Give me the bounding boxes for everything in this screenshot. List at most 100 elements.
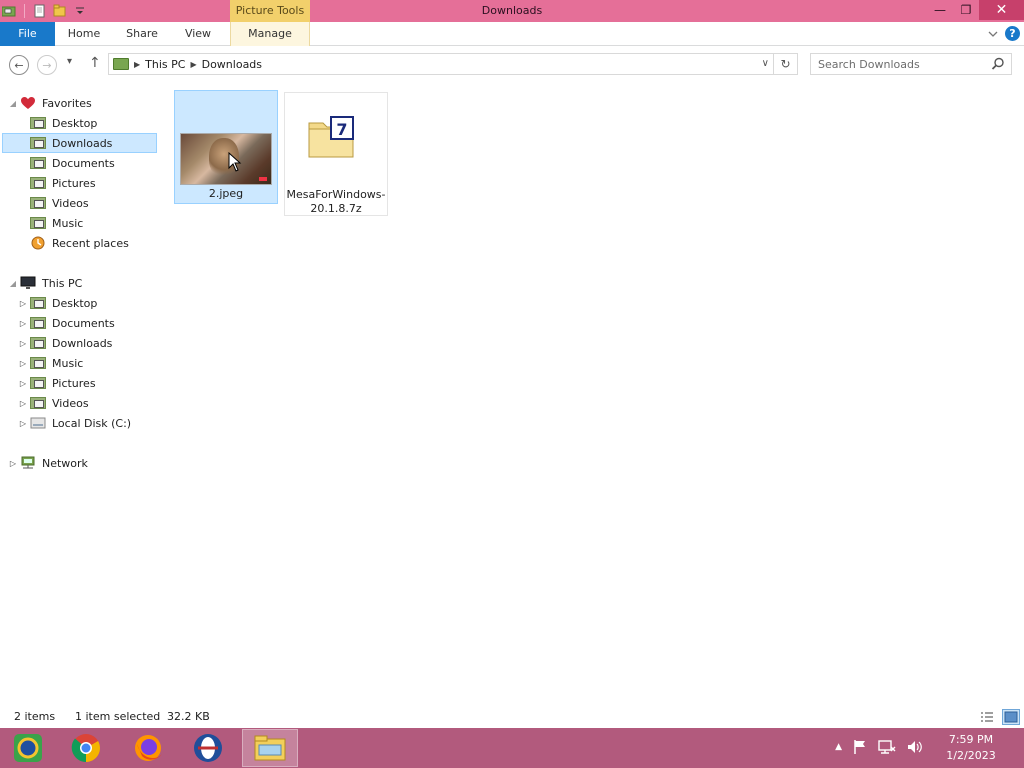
breadcrumb-downloads[interactable]: Downloads [202, 58, 262, 71]
address-bar[interactable]: ▶ This PC ▶ Downloads ∨ ↻ [108, 53, 798, 75]
tab-manage[interactable]: Manage [230, 22, 310, 46]
picture-tools-tab-group: Picture Tools [230, 0, 310, 22]
help-icon[interactable]: ? [1005, 26, 1020, 41]
recent-places-icon [31, 236, 45, 250]
explorer-icon[interactable] [2, 4, 16, 18]
back-button[interactable]: ← [9, 55, 29, 75]
quick-access-toolbar [0, 0, 87, 22]
this-pc-item-local-disk[interactable]: ▷ Local Disk (C:) [18, 413, 131, 433]
new-folder-icon[interactable] [53, 4, 67, 18]
address-dropdown-icon[interactable]: ∨ [762, 54, 769, 74]
this-pc-item-videos[interactable]: ▷ Videos [18, 393, 89, 413]
expand-icon[interactable]: ▷ [18, 299, 28, 308]
tree-favorites[interactable]: ◢ Favorites [8, 93, 92, 113]
taskbar-file-explorer[interactable] [242, 729, 298, 767]
tree-label: Desktop [52, 296, 98, 310]
search-box [810, 53, 1012, 75]
7z-archive-icon: 7 [308, 116, 354, 158]
large-icons-view-icon [1004, 711, 1018, 723]
status-selection: 1 item selected [75, 710, 161, 723]
collapse-icon[interactable]: ◢ [8, 279, 18, 288]
details-view-button[interactable] [978, 709, 996, 725]
search-input[interactable] [811, 54, 981, 74]
title-bar: Picture Tools Downloads — ❐ ✕ [0, 0, 1024, 22]
tree-label: Pictures [52, 176, 96, 190]
tab-home[interactable]: Home [58, 22, 110, 46]
favorites-item-downloads[interactable]: Downloads [2, 133, 157, 153]
tree-label: Music [52, 356, 84, 370]
breadcrumb-this-pc[interactable]: This PC [145, 58, 185, 71]
this-pc-item-pictures[interactable]: ▷ Pictures [18, 373, 96, 393]
taskbar-firefox[interactable] [120, 729, 176, 767]
file-item-2-jpeg[interactable]: 2.jpeg [174, 90, 278, 204]
refresh-button[interactable]: ↻ [773, 54, 797, 74]
tab-view[interactable]: View [174, 22, 222, 46]
this-pc-item-downloads[interactable]: ▷ Downloads [18, 333, 113, 353]
details-view-icon [981, 712, 993, 722]
tab-share[interactable]: Share [116, 22, 168, 46]
search-icon[interactable] [991, 57, 1005, 71]
action-center-flag-icon[interactable] [852, 739, 868, 755]
show-hidden-icons-icon[interactable]: ▲ [835, 742, 842, 752]
taskbar-opera[interactable] [180, 729, 236, 767]
ribbon-expand-icon[interactable] [987, 28, 999, 40]
collapse-icon[interactable]: ◢ [8, 99, 18, 108]
firefox-icon [135, 735, 162, 761]
favorites-item-documents[interactable]: Documents [30, 153, 115, 173]
desktop-icon [30, 297, 46, 309]
maximize-button[interactable]: ❐ [953, 0, 979, 20]
this-pc-item-desktop[interactable]: ▷ Desktop [18, 293, 97, 313]
expand-icon[interactable]: ▷ [18, 419, 28, 428]
status-item-count: 2 items [14, 710, 56, 723]
chrome-icon [71, 734, 100, 762]
network-status-icon[interactable] [878, 739, 896, 755]
qat-dropdown-icon[interactable] [73, 4, 87, 18]
minimize-button[interactable]: — [927, 0, 953, 20]
network-icon [21, 456, 35, 469]
app-icon [14, 734, 42, 762]
documents-icon [30, 157, 46, 169]
svg-text:7: 7 [336, 120, 347, 139]
tree-this-pc[interactable]: ◢ This PC [8, 273, 82, 293]
qat-separator [24, 4, 25, 18]
expand-icon[interactable]: ▷ [18, 319, 28, 328]
taskbar-clock[interactable]: 7:59 PM 1/2/2023 [936, 732, 1006, 764]
close-button[interactable]: ✕ [979, 0, 1024, 20]
taskbar-chrome[interactable] [58, 729, 114, 767]
tab-file[interactable]: File [0, 22, 55, 46]
breadcrumb-arrow-icon[interactable]: ▶ [134, 60, 140, 69]
taskbar: ▲ 7:59 PM 1/2/2023 [0, 728, 1024, 768]
expand-icon[interactable]: ▷ [18, 399, 28, 408]
favorites-item-recent-places[interactable]: Recent places [30, 233, 129, 253]
tree-network[interactable]: ▷ Network [8, 453, 88, 473]
videos-icon [30, 197, 46, 209]
this-pc-item-music[interactable]: ▷ Music [18, 353, 83, 373]
ribbon-right-controls: ? [987, 26, 1020, 41]
up-button[interactable]: ↑ [89, 55, 101, 71]
file-item-mesa-7z[interactable]: 7 MesaForWindows-20.1.8.7z [284, 92, 388, 216]
desktop-icon [30, 117, 46, 129]
favorites-heart-icon [21, 97, 35, 109]
favorites-item-videos[interactable]: Videos [30, 193, 89, 213]
videos-icon [30, 397, 46, 409]
tree-label: Videos [52, 396, 89, 410]
properties-icon[interactable] [33, 4, 47, 18]
expand-icon[interactable]: ▷ [18, 339, 28, 348]
large-icons-view-button[interactable] [1002, 709, 1020, 725]
tree-label: Documents [52, 156, 115, 170]
favorites-item-music[interactable]: Music [30, 213, 83, 233]
tree-label: Documents [52, 316, 115, 330]
expand-icon[interactable]: ▷ [8, 459, 18, 468]
favorites-item-desktop[interactable]: Desktop [30, 113, 97, 133]
tree-label: Recent places [52, 236, 129, 250]
expand-icon[interactable]: ▷ [18, 379, 28, 388]
this-pc-item-documents[interactable]: ▷ Documents [18, 313, 115, 333]
taskbar-app-1[interactable] [0, 729, 56, 767]
favorites-item-pictures[interactable]: Pictures [30, 173, 96, 193]
tree-label: Desktop [52, 116, 98, 130]
recent-locations-button[interactable]: ▾ [67, 56, 72, 67]
breadcrumb-arrow-icon[interactable]: ▶ [190, 60, 196, 69]
volume-icon[interactable] [906, 739, 924, 755]
forward-button[interactable]: → [37, 55, 57, 75]
expand-icon[interactable]: ▷ [18, 359, 28, 368]
